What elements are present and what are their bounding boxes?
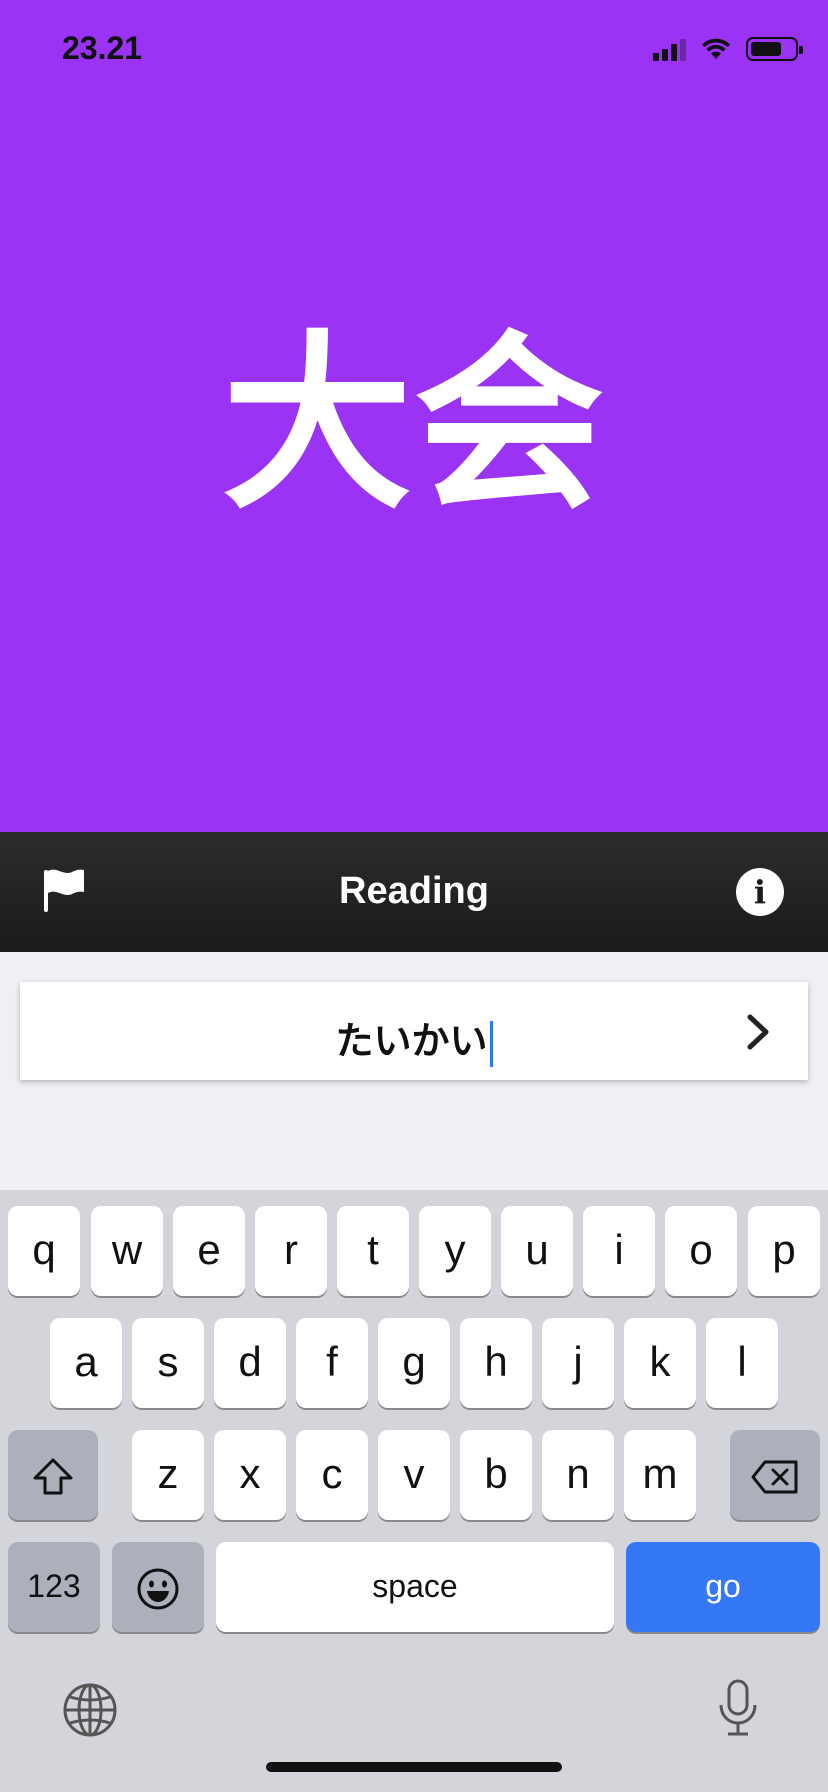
key-t[interactable]: t [337,1206,409,1296]
key-u[interactable]: u [501,1206,573,1296]
key-a[interactable]: a [50,1318,122,1408]
numbers-key[interactable]: 123 [8,1542,100,1632]
answer-area: たいかい [0,952,828,1190]
key-s[interactable]: s [132,1318,204,1408]
microphone-icon[interactable] [716,1678,760,1738]
key-l[interactable]: l [706,1318,778,1408]
cellular-signal-icon [653,37,686,61]
delete-key[interactable] [730,1430,820,1520]
shift-icon [33,1458,73,1495]
card-toolbar: Reading i [0,832,828,952]
key-b[interactable]: b [460,1430,532,1520]
flashcard-term: 大会 [221,314,606,535]
key-v[interactable]: v [378,1430,450,1520]
key-k[interactable]: k [624,1318,696,1408]
keyboard: q w e r t y u i o p a s d f g h j k l z … [0,1190,828,1792]
shift-key[interactable] [8,1430,98,1520]
go-key[interactable]: go [626,1542,820,1632]
key-n[interactable]: n [542,1430,614,1520]
status-icons [653,34,803,64]
key-q[interactable]: q [8,1206,80,1296]
key-i[interactable]: i [583,1206,655,1296]
key-x[interactable]: x [214,1430,286,1520]
backspace-icon [751,1460,798,1494]
key-f[interactable]: f [296,1318,368,1408]
key-p[interactable]: p [748,1206,820,1296]
wifi-icon [702,38,730,59]
space-key[interactable]: space [216,1542,614,1632]
key-d[interactable]: d [214,1318,286,1408]
mode-title: Reading [339,870,489,912]
emoji-icon [137,1568,179,1610]
chevron-right-icon[interactable] [746,1014,770,1050]
answer-field[interactable]: たいかい [20,982,808,1080]
key-z[interactable]: z [132,1430,204,1520]
battery-icon [746,37,803,61]
emoji-key[interactable] [112,1542,204,1632]
key-h[interactable]: h [460,1318,532,1408]
status-time: 23.21 [62,30,143,66]
key-c[interactable]: c [296,1430,368,1520]
key-r[interactable]: r [255,1206,327,1296]
key-o[interactable]: o [665,1206,737,1296]
key-j[interactable]: j [542,1318,614,1408]
key-w[interactable]: w [91,1206,163,1296]
flashcard-area: 23.21 大会 [0,0,828,832]
key-g[interactable]: g [378,1318,450,1408]
key-m[interactable]: m [624,1430,696,1520]
globe-icon[interactable] [62,1682,118,1738]
info-icon[interactable]: i [736,868,784,916]
home-indicator[interactable] [266,1762,562,1772]
answer-input-value: たいかい [335,1019,488,1063]
key-y[interactable]: y [419,1206,491,1296]
text-cursor [489,1020,493,1067]
key-e[interactable]: e [173,1206,245,1296]
